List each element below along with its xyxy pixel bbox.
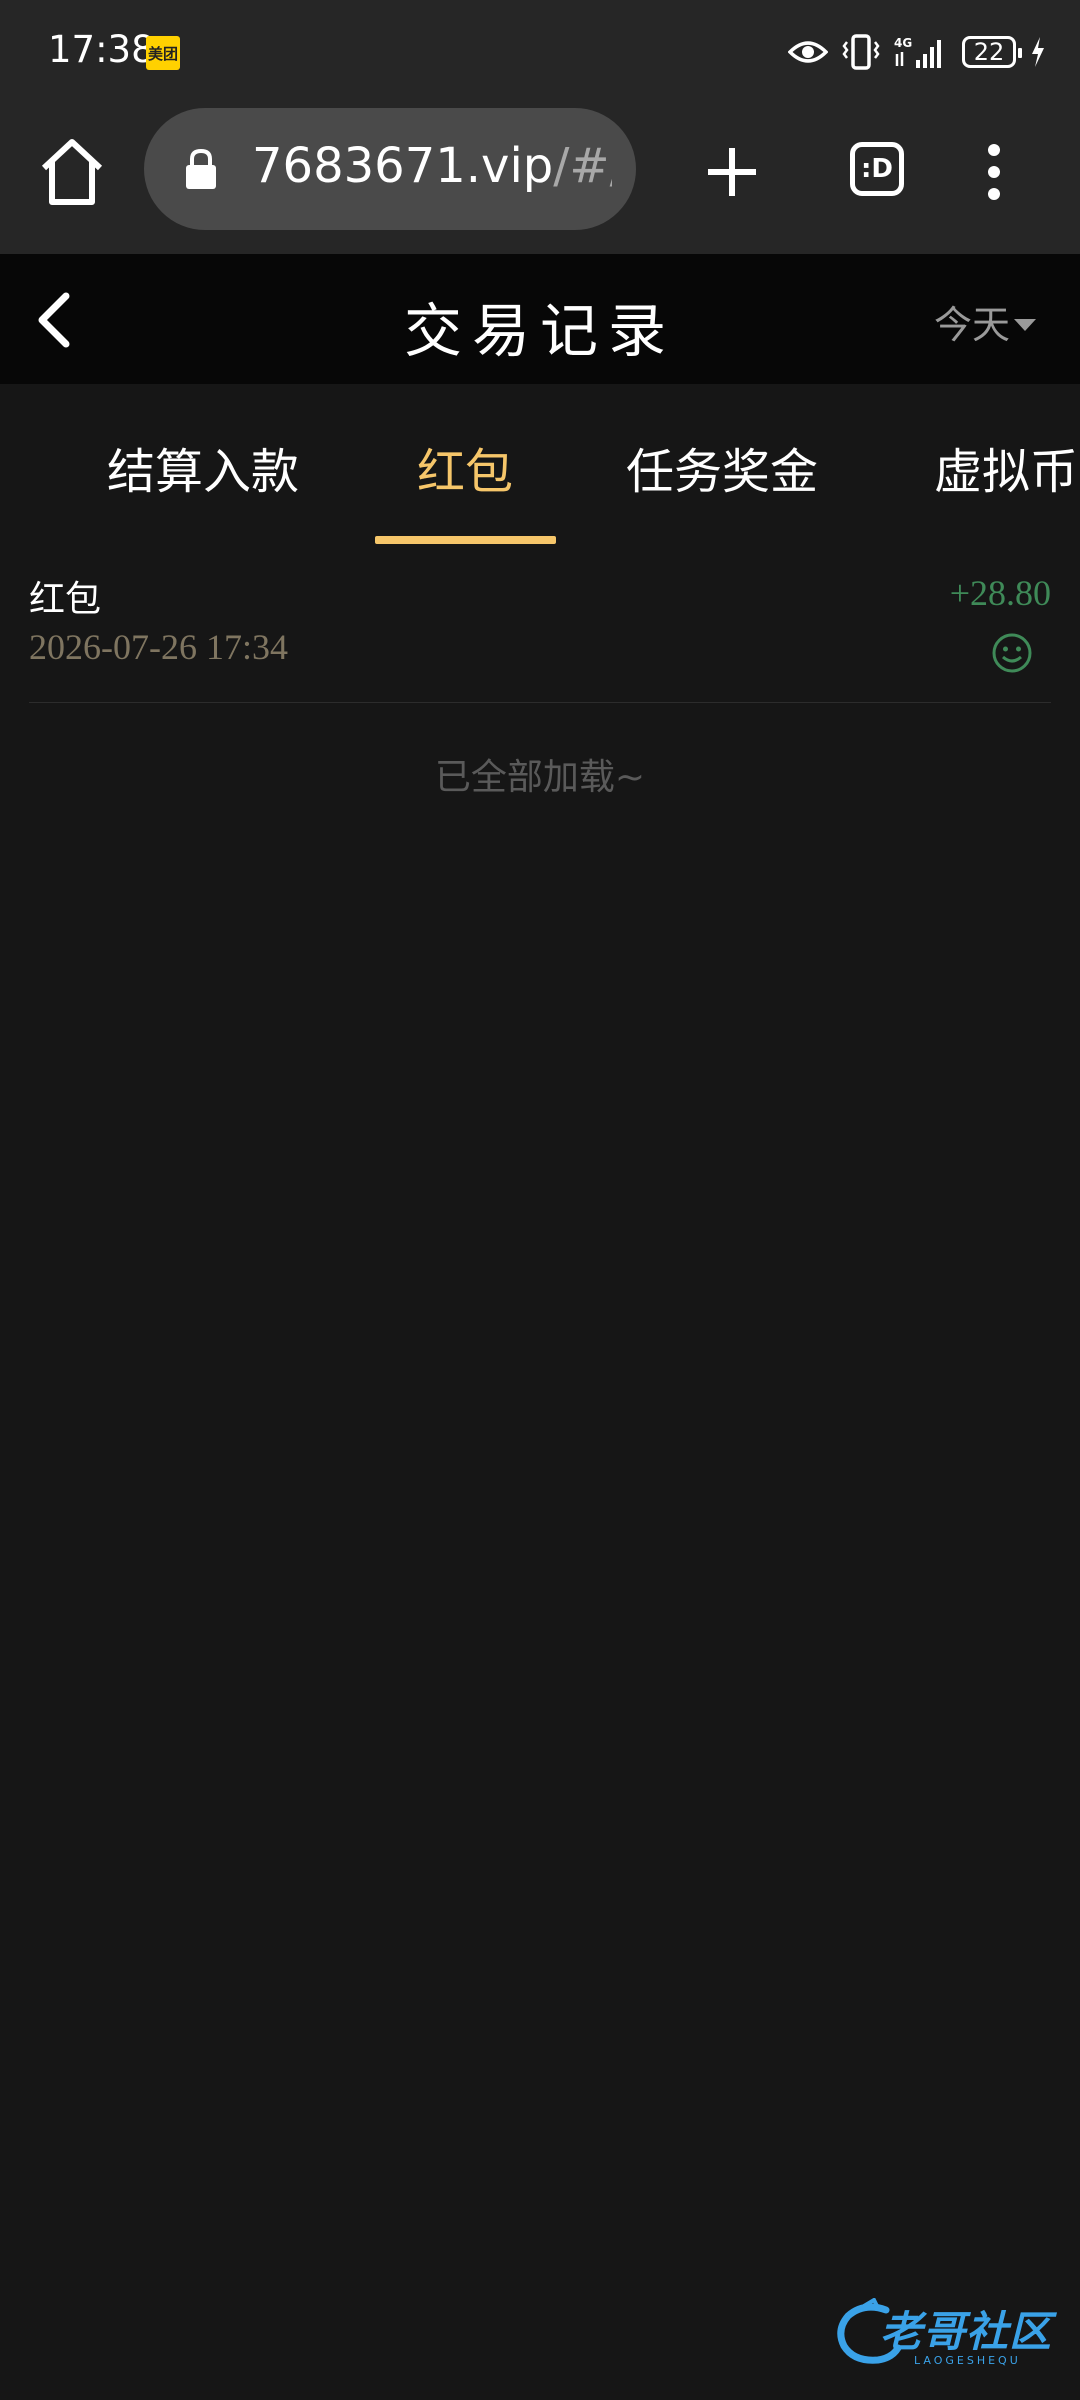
home-icon[interactable]: [38, 134, 106, 210]
watermark-logo: 老哥社区 LAOGESHEQU: [834, 2298, 1066, 2378]
status-time: 17:38: [48, 28, 155, 71]
url-text[interactable]: 7683671.vip/#/r: [252, 138, 612, 194]
tab-switcher-button[interactable]: :D: [850, 142, 904, 196]
address-bar[interactable]: 7683671.vip/#/r: [144, 108, 636, 230]
list-item[interactable]: 红包 2026-07-26 17:34 +28.80: [29, 560, 1051, 703]
network-type-label: 4G: [894, 36, 912, 50]
record-title: 红包: [29, 579, 102, 620]
caret-down-icon: [1014, 318, 1037, 331]
tab-virtual-currency[interactable]: 虚拟币: [934, 432, 1078, 502]
browser-toolbar: 7683671.vip/#/r :D: [0, 104, 1080, 254]
tab-task-bonus[interactable]: 任务奖金: [626, 432, 818, 502]
app-header: 交易记录 今天: [0, 254, 1080, 384]
more-menu-icon[interactable]: [982, 140, 1006, 204]
all-loaded-text: 已全部加载~: [434, 757, 646, 798]
lock-icon: [186, 148, 216, 189]
tab-settlement-deposit[interactable]: 结算入款: [107, 432, 299, 502]
url-domain: 7683671.vip: [252, 138, 554, 194]
category-tabs: 结算入款 红包 任务奖金 虚拟币: [0, 384, 1080, 548]
vibrate-icon: [842, 34, 880, 70]
smile-icon: [992, 633, 1032, 673]
date-filter-label: 今天: [934, 303, 1011, 347]
status-icons: 4G 22: [788, 30, 1046, 74]
status-bar: 17:38 美团 4G 22: [0, 0, 1080, 104]
record-amount: +28.80: [949, 573, 1051, 613]
battery-icon: 22: [962, 36, 1022, 68]
date-filter-dropdown[interactable]: 今天: [934, 294, 1037, 349]
new-tab-icon[interactable]: [700, 140, 764, 204]
charging-icon: [1032, 37, 1044, 67]
active-tab-indicator: [375, 536, 556, 544]
watermark-text: 老哥社区: [880, 2307, 1053, 2356]
signal-icon: 4G: [894, 36, 941, 68]
eye-icon: [788, 41, 828, 63]
meituan-notification-icon: 美团: [146, 36, 180, 70]
record-time: 2026-07-26 17:34: [29, 627, 288, 667]
tab-red-packet[interactable]: 红包: [417, 432, 513, 502]
url-path: /#/r: [553, 138, 612, 194]
page-title: 交易记录: [403, 297, 676, 365]
watermark-subtext: LAOGESHEQU: [914, 2354, 1021, 2367]
